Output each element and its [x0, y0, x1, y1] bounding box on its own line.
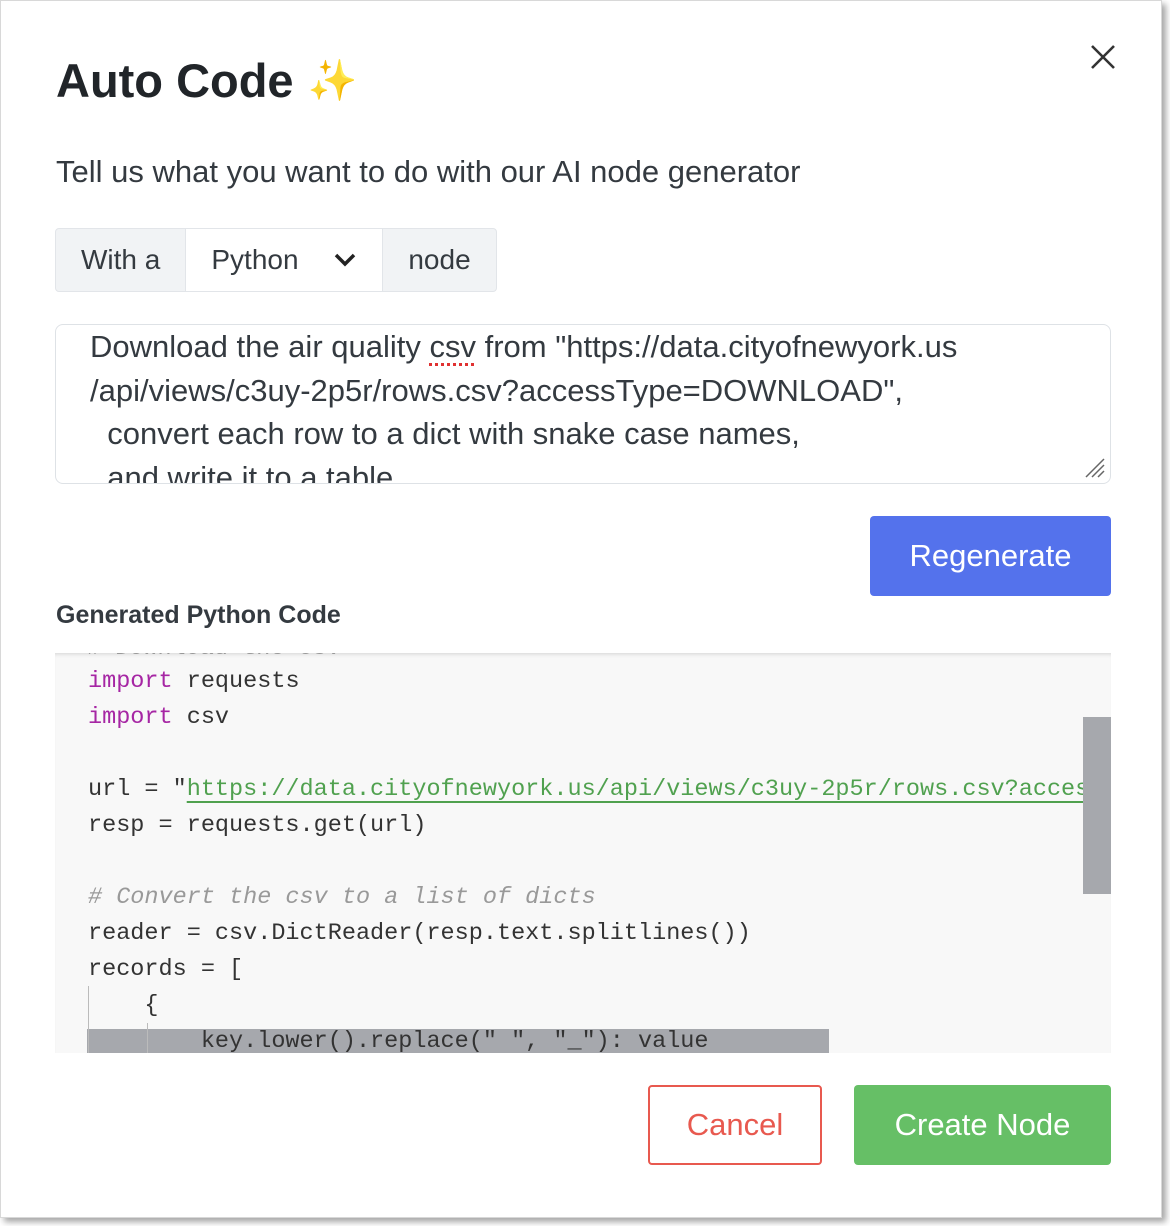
code-viewer[interactable]: # Download the csv import requests impor…: [55, 653, 1111, 1053]
create-node-button[interactable]: Create Node: [854, 1085, 1111, 1165]
dialog-subtitle: Tell us what you want to do with our AI …: [56, 154, 801, 189]
prompt-text: from "https://data.cityofnewyork.us: [475, 329, 958, 364]
prompt-text: convert each row to a dict with snake ca…: [90, 416, 800, 451]
code-line: reader = csv.DictReader(resp.text.splitl…: [88, 920, 751, 947]
code-scrollbar[interactable]: [1083, 717, 1111, 894]
suffix-label: node: [408, 244, 471, 275]
title-text: Auto Code: [56, 54, 294, 107]
prompt-text: csv: [429, 329, 476, 364]
sparkles-icon: ✨: [307, 59, 358, 103]
code-label: Generated Python Code: [56, 601, 341, 629]
code-line: url = "https://data.cityofnewyork.us/api…: [88, 776, 1111, 803]
prompt-text: /api/views/c3uy-2p5r/rows.csv?accessType…: [90, 372, 903, 408]
code-line: import csv: [88, 704, 230, 731]
cancel-button[interactable]: Cancel: [648, 1085, 822, 1165]
prompt-textarea[interactable]: Download the air quality csv from "https…: [55, 324, 1111, 484]
language-select[interactable]: Python: [185, 229, 384, 291]
close-icon[interactable]: [1087, 41, 1119, 73]
prompt-text: and write it to a table: [90, 459, 394, 484]
regenerate-button[interactable]: Regenerate: [870, 516, 1111, 596]
code-line: records = [: [88, 956, 244, 983]
resize-handle-icon[interactable]: [1082, 455, 1106, 479]
code-line: key.lower().replace(" ", "_"): value: [88, 1028, 709, 1053]
code-line: # Convert the csv to a list of dicts: [88, 884, 596, 911]
code-line: {: [88, 992, 159, 1019]
language-value: Python: [211, 244, 299, 275]
code-line: import requests: [88, 668, 300, 695]
auto-code-dialog: Auto Code ✨ Tell us what you want to do …: [0, 0, 1162, 1218]
node-type-selector: With a Python node: [55, 228, 497, 292]
code-line: resp = requests.get(url): [88, 812, 427, 839]
dialog-title: Auto Code ✨: [56, 53, 357, 108]
prefix-label: With a: [81, 244, 161, 275]
chevron-down-icon: [335, 253, 356, 267]
prompt-text: Download the air quality: [90, 329, 430, 364]
